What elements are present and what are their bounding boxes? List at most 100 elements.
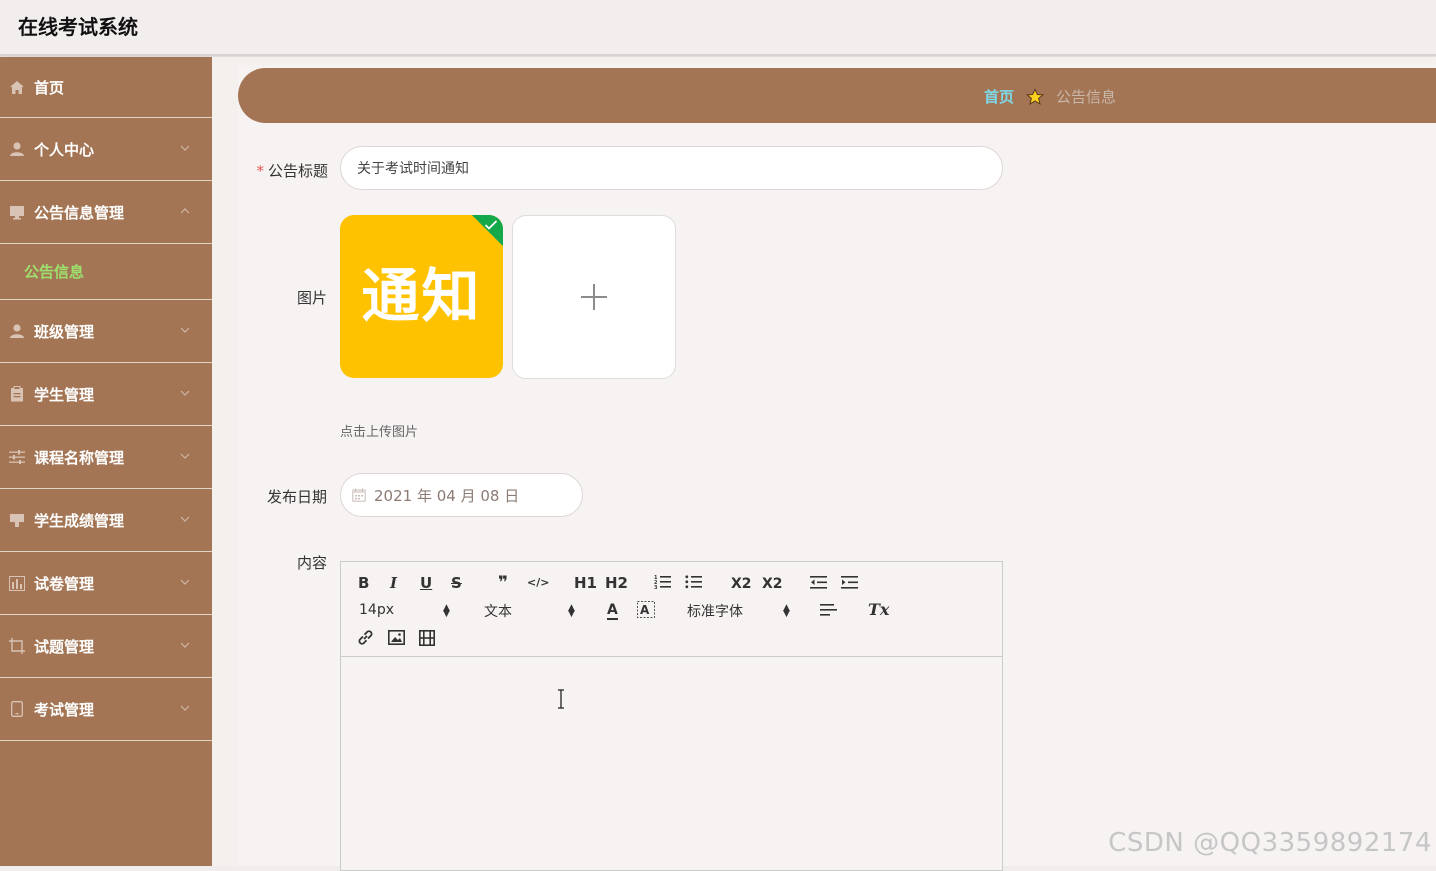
font-family-value: 标准字体	[687, 604, 743, 620]
sidebar-item-label: 个人中心	[34, 139, 94, 160]
chevron-down-icon	[180, 514, 190, 524]
clear-format-button[interactable]: Tx	[868, 600, 889, 619]
sidebar-item-home[interactable]: 首页	[0, 57, 212, 118]
ordered-list-icon: 123	[654, 574, 672, 590]
header1-button[interactable]: H1	[574, 574, 597, 592]
date-picker[interactable]: 2021 年 04 月 08 日	[340, 473, 583, 517]
sidebar-item-score-management[interactable]: 学生成绩管理	[0, 489, 212, 552]
font-color-label: A	[607, 602, 618, 620]
strike-button[interactable]: S	[451, 574, 462, 592]
font-size-select[interactable]: 14px ▲▼	[359, 602, 451, 618]
chart-icon	[8, 575, 25, 592]
chevron-down-icon	[180, 143, 190, 153]
align-left-icon	[820, 603, 837, 617]
code-block-button[interactable]: </>	[527, 576, 549, 589]
align-button[interactable]	[820, 603, 837, 621]
calendar-icon	[352, 488, 366, 502]
sidebar-item-notice-management[interactable]: 公告信息管理	[0, 181, 212, 244]
font-family-select[interactable]: 标准字体 ▲▼	[687, 601, 791, 621]
upload-button[interactable]	[512, 215, 676, 379]
editor-content-area[interactable]	[341, 657, 1002, 869]
sidebar-item-label: 公告信息管理	[34, 202, 124, 223]
breadcrumb-home[interactable]: 首页	[984, 86, 1014, 107]
sidebar-item-label: 试卷管理	[34, 573, 94, 594]
clipboard-icon	[8, 386, 25, 403]
format-value: 文本	[484, 604, 512, 620]
font-size-value: 14px	[359, 602, 394, 618]
sidebar-item-label: 试题管理	[34, 636, 94, 657]
underline-button[interactable]: U	[420, 574, 432, 592]
background-color-icon: A	[637, 601, 655, 618]
watermark: CSDN @QQ3359892174	[1108, 828, 1432, 858]
breadcrumb: 首页 公告信息	[984, 86, 1116, 107]
chevron-down-icon	[180, 640, 190, 650]
uploaded-image-thumbnail[interactable]: 通知	[340, 215, 503, 378]
title-input[interactable]: 关于考试时间通知	[340, 146, 1003, 190]
link-button[interactable]	[357, 629, 374, 650]
rich-text-editor: B I U S ❞ </> H1 H2 123 X2 X2 14p	[340, 561, 1003, 871]
subscript-label: X2	[731, 576, 752, 592]
header2-button[interactable]: H2	[605, 574, 628, 592]
sliders-icon	[8, 449, 25, 466]
image-button[interactable]	[388, 630, 405, 649]
home-icon	[8, 79, 25, 96]
check-icon	[484, 219, 498, 231]
subscript-button[interactable]: X2	[731, 574, 752, 592]
sidebar-item-label: 学生成绩管理	[34, 510, 124, 531]
sidebar-subitem-label: 公告信息	[24, 261, 84, 282]
superscript-button[interactable]: X2	[762, 574, 783, 592]
select-arrows-icon: ▲▼	[568, 605, 575, 617]
monitor-icon	[8, 512, 25, 529]
user-icon	[8, 141, 25, 158]
chevron-down-icon	[180, 388, 190, 398]
sidebar-item-label: 课程名称管理	[34, 447, 124, 468]
image-label: 图片	[227, 287, 327, 308]
ordered-list-button[interactable]: 123	[654, 574, 672, 594]
clear-format-label: Tx	[868, 600, 889, 619]
indent-button[interactable]	[841, 575, 859, 594]
upload-tip: 点击上传图片	[340, 421, 418, 440]
svg-text:3: 3	[654, 585, 658, 590]
video-button[interactable]	[419, 630, 435, 650]
sidebar-item-class-management[interactable]: 班级管理	[0, 300, 212, 363]
bullet-list-button[interactable]	[685, 574, 703, 594]
background-color-button[interactable]: A	[637, 601, 655, 622]
sidebar-item-label: 考试管理	[34, 699, 94, 720]
outdent-icon	[810, 575, 828, 590]
user-icon	[8, 323, 25, 340]
bullet-list-icon	[685, 574, 703, 590]
bold-button[interactable]: B	[358, 574, 369, 592]
sidebar-item-course-management[interactable]: 课程名称管理	[0, 426, 212, 489]
sidebar-item-exam-management[interactable]: 考试管理	[0, 678, 212, 741]
main-content: 首页 公告信息 *公告标题 关于考试时间通知 图片 通知 点击上传图片 发布日期…	[212, 57, 1436, 866]
sidebar-item-question-management[interactable]: 试题管理	[0, 615, 212, 678]
image-icon	[388, 630, 405, 645]
chevron-up-icon	[180, 206, 190, 216]
sidebar-item-label: 班级管理	[34, 321, 94, 342]
breadcrumb-current: 公告信息	[1056, 86, 1116, 107]
thumbnail-text: 通知	[340, 249, 503, 333]
top-header: 在线考试系统	[0, 0, 1436, 56]
select-arrows-icon: ▲▼	[443, 605, 450, 617]
date-label: 发布日期	[227, 486, 327, 507]
sidebar-item-student-management[interactable]: 学生管理	[0, 363, 212, 426]
sidebar-subitem-notice[interactable]: 公告信息	[0, 244, 212, 300]
select-arrows-icon: ▲▼	[783, 605, 790, 617]
chevron-down-icon	[180, 577, 190, 587]
font-color-button[interactable]: A	[607, 600, 618, 618]
video-icon	[419, 630, 435, 646]
sidebar-item-label: 学生管理	[34, 384, 94, 405]
outdent-button[interactable]	[810, 575, 828, 594]
chevron-down-icon	[180, 325, 190, 335]
sidebar-item-paper-management[interactable]: 试卷管理	[0, 552, 212, 615]
chevron-down-icon	[180, 451, 190, 461]
format-select[interactable]: 文本 ▲▼	[484, 601, 576, 621]
editor-toolbar: B I U S ❞ </> H1 H2 123 X2 X2 14p	[341, 562, 1002, 657]
tablet-icon	[8, 701, 25, 718]
content-label: 内容	[227, 552, 327, 573]
chevron-down-icon	[180, 703, 190, 713]
required-mark: *	[256, 162, 264, 180]
sidebar-item-profile[interactable]: 个人中心	[0, 118, 212, 181]
blockquote-button[interactable]: ❞	[498, 573, 508, 593]
italic-button[interactable]: I	[390, 574, 397, 592]
